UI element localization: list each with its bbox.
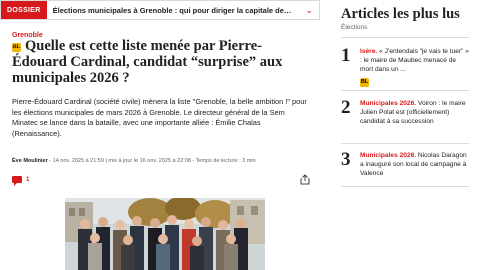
most-read-subtitle: Élections (341, 24, 368, 31)
divider (341, 90, 469, 91)
item-text: « J’entendais “je vais te tuer” » : le m… (360, 48, 469, 74)
chevron-down-icon[interactable]: ⌄ (305, 5, 313, 16)
comment-icon (12, 176, 22, 186)
premium-badge-icon: BL (360, 78, 369, 87)
divider (341, 37, 469, 38)
author-name[interactable]: Ève Moulinier (12, 158, 48, 164)
most-read-link[interactable]: Municipales 2026. Nicolas Daragon a inau… (360, 151, 470, 179)
article-lead: Pierre-Édouard Cardinal (société civile)… (12, 97, 307, 138)
most-read-item[interactable]: 2 Municipales 2026. Voiron : le maire Ju… (341, 98, 469, 143)
article-dates: - 14 nov. 2025 à 21:59 | mis à jour le 1… (47, 158, 256, 164)
dossier-banner[interactable]: DOSSIER Élections municipales à Grenoble… (0, 0, 320, 20)
article-title: BL Quelle est cette liste menée par Pierr… (12, 38, 312, 86)
rank-number: 2 (341, 97, 351, 118)
share-icon[interactable] (300, 174, 310, 185)
premium-badge-icon: BL (12, 43, 21, 52)
comments-button[interactable]: 1 (12, 176, 30, 186)
dossier-tag: DOSSIER (1, 1, 47, 19)
item-keyword: Municipales 2026. (360, 152, 417, 159)
rank-number: 1 (341, 45, 351, 66)
item-keyword: Isère. (360, 48, 378, 55)
most-read-link[interactable]: Municipales 2026. Voiron : le maire Juli… (360, 99, 470, 127)
article-byline: Ève Moulinier - 14 nov. 2025 à 21:59 | m… (12, 158, 256, 164)
most-read-item[interactable]: 1 Isère. « J’entendais “je vais te tuer”… (341, 46, 469, 96)
item-keyword: Municipales 2026. (360, 100, 417, 107)
dossier-link[interactable]: Élections municipales à Grenoble : qui p… (47, 6, 293, 15)
divider (341, 143, 469, 144)
most-read-item[interactable]: 3 Municipales 2026. Nicolas Daragon a in… (341, 150, 469, 190)
rank-number: 3 (341, 149, 351, 170)
article-photo (65, 198, 265, 270)
most-read-link[interactable]: Isère. « J’entendais “je vais te tuer” »… (360, 47, 470, 75)
article-title-text: Quelle est cette liste menée par Pierre-… (12, 38, 283, 86)
most-read-title: Articles les plus lus (341, 6, 460, 22)
comment-count: 1 (26, 176, 30, 183)
divider (341, 186, 469, 187)
